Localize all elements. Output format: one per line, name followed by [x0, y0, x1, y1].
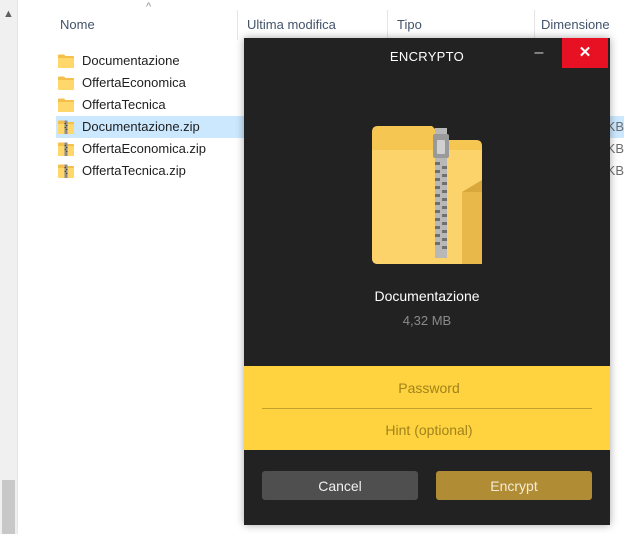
column-header-type[interactable]: Tipo [397, 15, 422, 35]
file-name-cell: Documentazione [82, 53, 180, 68]
file-name: Documentazione [374, 288, 480, 304]
file-name-cell: OffertaEconomica [82, 75, 186, 90]
password-form [244, 366, 610, 451]
minimize-icon[interactable]: – [526, 40, 552, 66]
hint-field[interactable] [262, 409, 596, 451]
vertical-scrollbar[interactable]: ▲ [0, 0, 18, 534]
file-name-cell: OffertaEconomica.zip [82, 141, 207, 156]
encrypto-dialog: ENCRYPTO – ✕ Documentazione 4,32 MB Hint… [244, 38, 610, 525]
cancel-button[interactable]: Cancel [262, 471, 418, 500]
column-header-size[interactable]: Dimensione [541, 15, 610, 35]
file-name-cell: OffertaTecnica.zip [82, 163, 186, 178]
close-icon[interactable]: ✕ [562, 38, 608, 68]
title-bar[interactable]: ENCRYPTO – ✕ [244, 38, 610, 72]
password-field[interactable] [262, 367, 596, 409]
folder-icon [58, 75, 74, 91]
folder-icon [58, 53, 74, 69]
dialog-title: ENCRYPTO [389, 49, 465, 64]
scrollbar-thumb[interactable] [2, 480, 15, 534]
zip-folder-icon [58, 141, 74, 157]
folder-icon [58, 97, 74, 113]
zip-folder-icon [58, 119, 74, 135]
column-divider[interactable] [237, 10, 238, 40]
column-header-name[interactable]: Nome [60, 15, 95, 35]
zip-folder-icon [58, 163, 74, 179]
column-header-modified[interactable]: Ultima modifica [247, 15, 336, 35]
column-divider[interactable] [387, 10, 388, 40]
zip-archive-icon [372, 126, 482, 264]
file-name-cell: OffertaTecnica [82, 97, 166, 112]
encrypt-button[interactable]: Encrypt [436, 471, 592, 500]
column-divider[interactable] [534, 10, 535, 40]
sort-arrow-icon: ^ [146, 1, 152, 13]
chevron-up-icon[interactable]: ▲ [3, 8, 14, 20]
file-name-cell: Documentazione.zip [82, 119, 200, 134]
file-size: 4,32 MB [402, 313, 452, 328]
